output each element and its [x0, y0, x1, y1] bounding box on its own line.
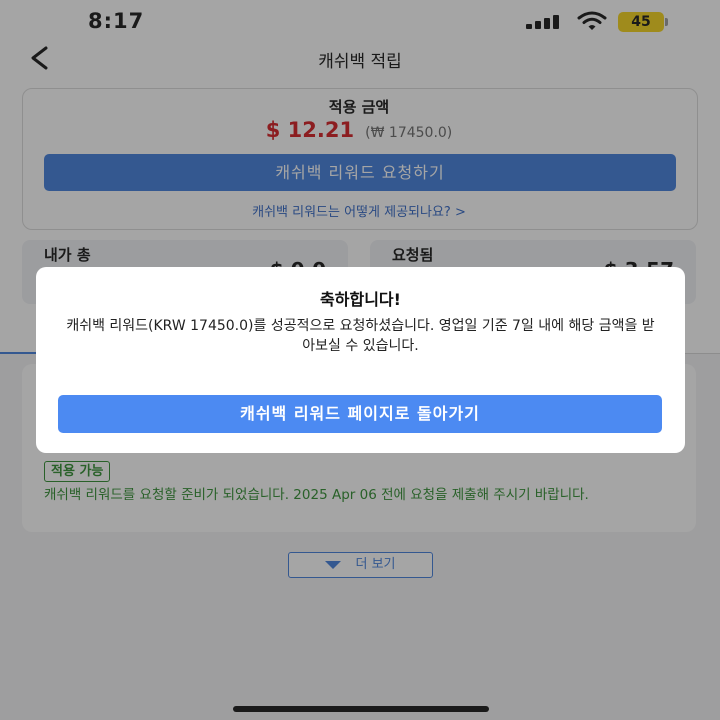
dialog-message: 캐쉬백 리워드(KRW 17450.0)를 성공적으로 요청하셨습니다. 영업일… [66, 318, 655, 354]
dialog-title: 축하합니다! [320, 290, 401, 309]
return-to-cashback-button[interactable]: 캐쉬백 리워드 페이지로 돌아가기 [58, 395, 662, 433]
